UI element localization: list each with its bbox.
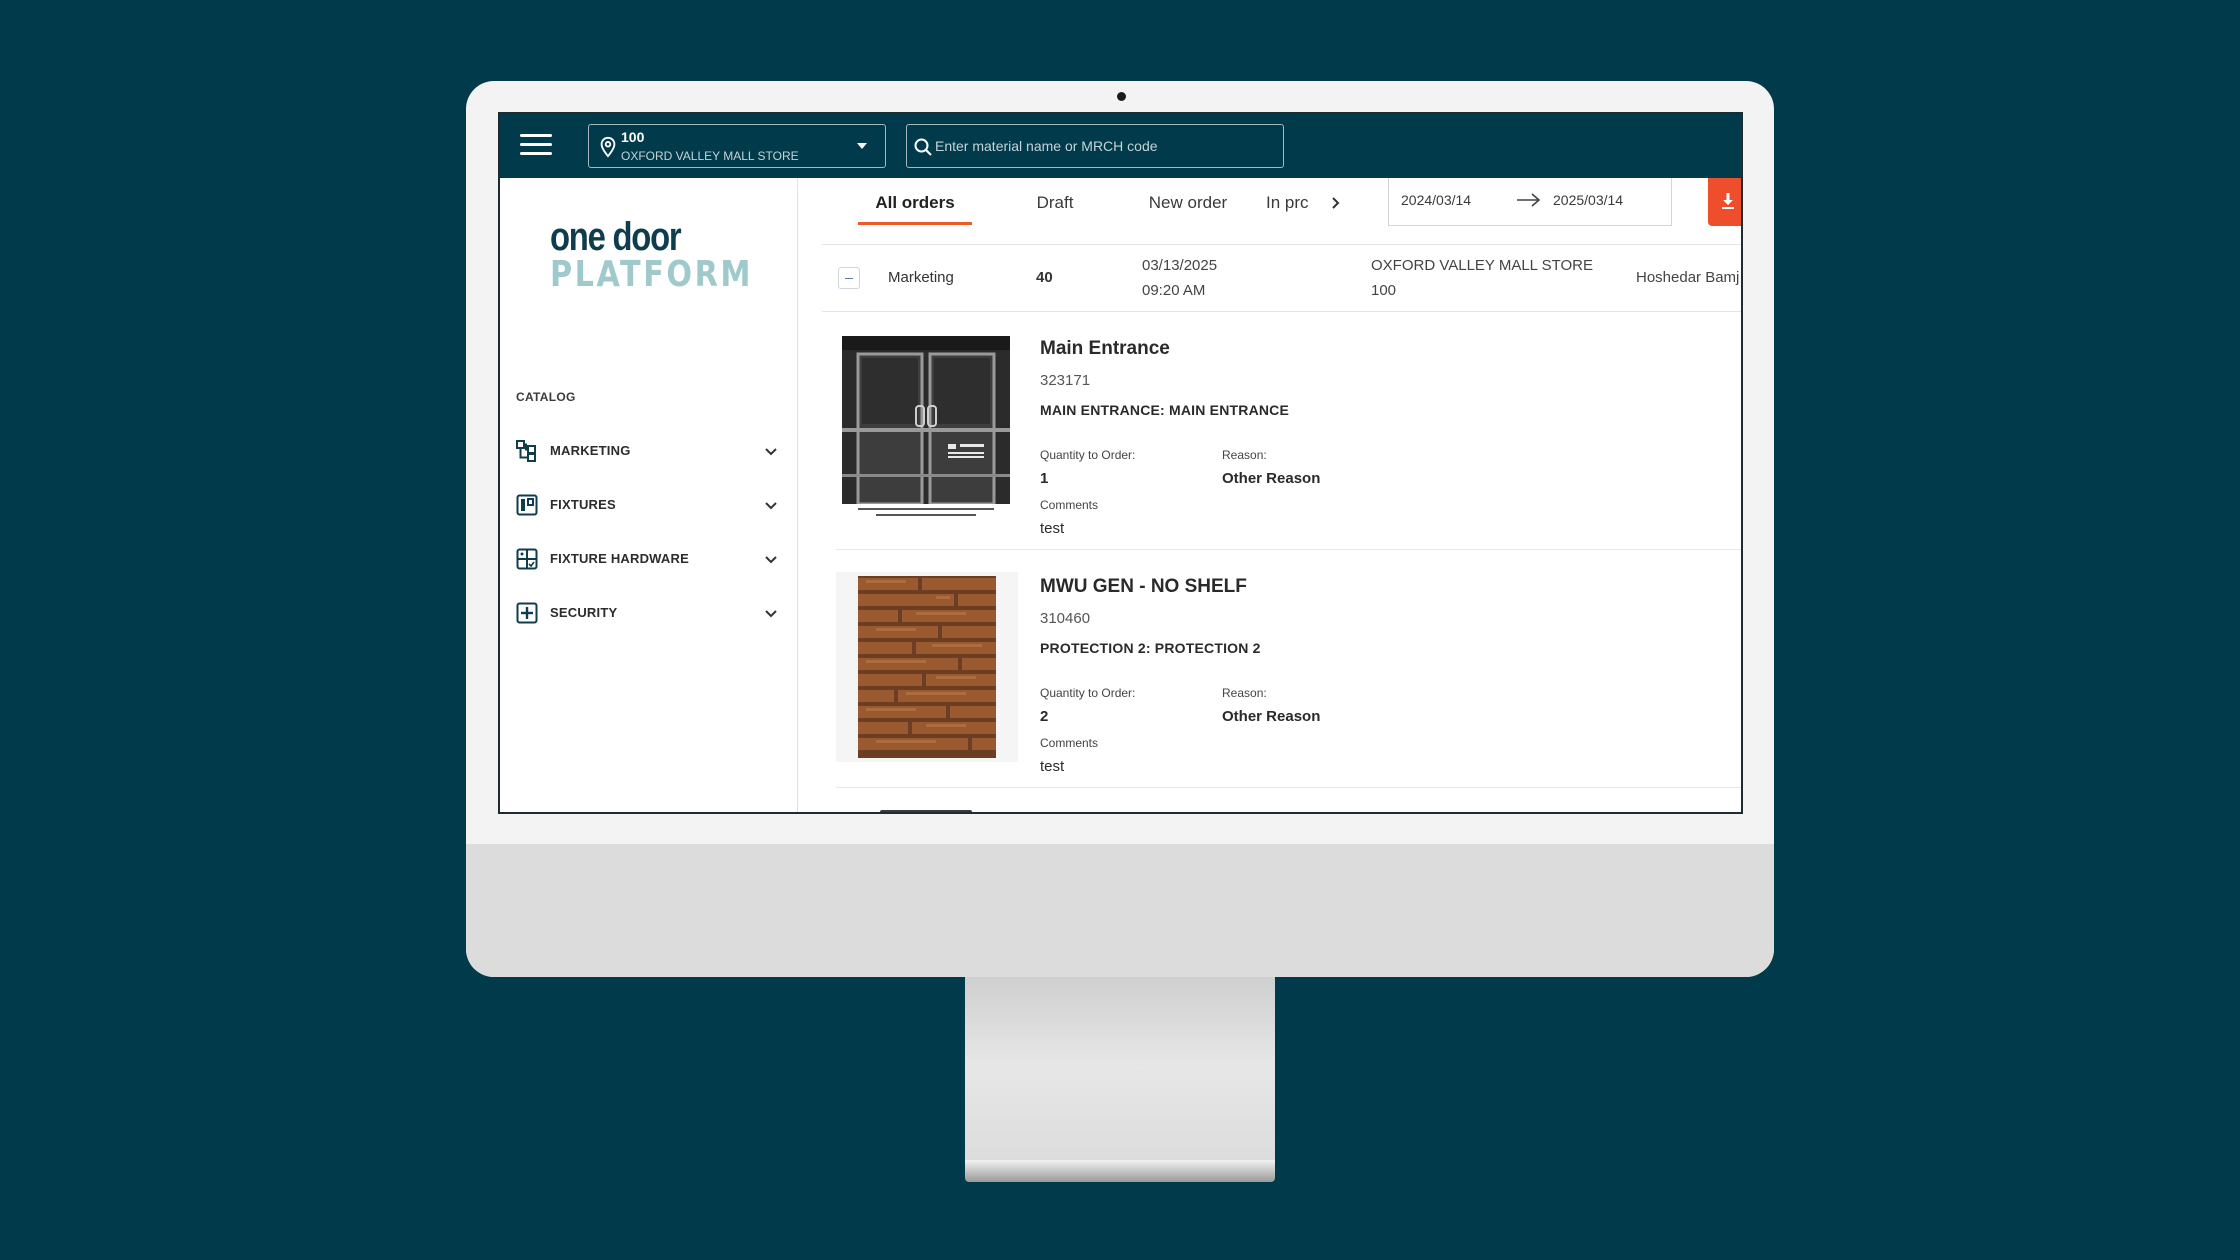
quantity-value: 2 — [1040, 708, 1049, 725]
order-item: MWU GEN - NO SHELF 310460 PROTECTION 2: … — [836, 550, 1741, 788]
security-icon — [516, 602, 538, 624]
search-box — [906, 124, 1284, 168]
date-to[interactable]: 2025/03/14 — [1553, 192, 1623, 208]
date-range-picker[interactable]: 2024/03/14 2025/03/14 — [1388, 178, 1672, 226]
logo-line-1: one door — [550, 215, 682, 259]
monitor-chin — [466, 844, 1774, 977]
chevron-down-icon[interactable] — [762, 550, 780, 568]
fixtures-icon — [516, 494, 538, 516]
sidebar-item-security[interactable]: SECURITY — [516, 598, 784, 628]
horizontal-scrollbar[interactable] — [880, 810, 972, 812]
location-pin-icon — [600, 136, 616, 158]
reason-label: Reason: — [1222, 686, 1267, 700]
active-tab-indicator — [858, 222, 972, 225]
tab-in-progress[interactable]: In prc — [1266, 192, 1316, 232]
comments-value: test — [1040, 758, 1065, 775]
sidebar-item-fixtures[interactable]: FIXTURES — [516, 490, 784, 520]
tab-all-orders[interactable]: All orders — [858, 192, 972, 232]
order-store-number: 100 — [1371, 282, 1397, 299]
tab-new-order[interactable]: New order — [1138, 192, 1238, 232]
sidebar-item-label: MARKETING — [550, 443, 631, 458]
order-category: Marketing — [888, 269, 954, 286]
download-button[interactable] — [1708, 178, 1741, 226]
store-number: 100 — [621, 129, 645, 145]
comments-label: Comments — [1040, 498, 1099, 512]
quantity-label: Quantity to Order: — [1040, 686, 1136, 700]
marketing-icon — [516, 440, 536, 462]
sidebar: one door PLATFORM CATALOG MARKETING FIXT… — [500, 178, 798, 812]
item-description: MAIN ENTRANCE: MAIN ENTRANCE — [1040, 402, 1290, 418]
reason-label: Reason: — [1222, 448, 1267, 462]
caret-down-icon — [857, 143, 867, 149]
reason-value: Other Reason — [1222, 470, 1321, 487]
sidebar-item-fixture-hardware[interactable]: FIXTURE HARDWARE — [516, 544, 784, 574]
date-from[interactable]: 2024/03/14 — [1401, 192, 1471, 208]
download-icon — [1722, 193, 1734, 209]
order-user: Hoshedar Bamj — [1636, 269, 1740, 286]
order-quantity: 40 — [1036, 269, 1053, 286]
top-bar: 100 OXFORD VALLEY MALL STORE — [500, 114, 1741, 178]
collapse-button[interactable] — [838, 267, 860, 289]
sidebar-item-label: FIXTURES — [550, 497, 616, 512]
monitor-stand — [965, 977, 1275, 1177]
order-time: 09:20 AM — [1142, 282, 1206, 299]
item-code: 310460 — [1040, 610, 1091, 627]
reason-value: Other Reason — [1222, 708, 1321, 725]
app-screen: 100 OXFORD VALLEY MALL STORE one door PL… — [498, 112, 1743, 814]
chevron-down-icon[interactable] — [762, 496, 780, 514]
item-title: MWU GEN - NO SHELF — [1040, 576, 1247, 597]
search-input[interactable] — [935, 133, 1275, 159]
store-selector[interactable]: 100 OXFORD VALLEY MALL STORE — [588, 124, 886, 168]
order-store-name: OXFORD VALLEY MALL STORE — [1371, 257, 1594, 274]
comments-label: Comments — [1040, 736, 1099, 750]
sidebar-item-marketing[interactable]: MARKETING — [516, 436, 784, 466]
logo-line-2: PLATFORM — [550, 254, 754, 295]
chevron-right-icon[interactable] — [1326, 194, 1344, 212]
sidebar-item-label: SECURITY — [550, 605, 618, 620]
order-summary-row[interactable]: Marketing 40 03/13/2025 09:20 AM OXFORD … — [822, 244, 1741, 312]
logo: one door PLATFORM — [550, 215, 792, 295]
arrow-right-icon — [1517, 193, 1541, 207]
camera-dot — [1117, 92, 1126, 101]
store-name: OXFORD VALLEY MALL STORE — [621, 149, 799, 163]
menu-icon[interactable] — [520, 134, 552, 158]
fixture-hardware-icon — [516, 548, 538, 570]
chevron-down-icon[interactable] — [762, 442, 780, 460]
quantity-label: Quantity to Order: — [1040, 448, 1136, 462]
item-description: PROTECTION 2: PROTECTION 2 — [1040, 640, 1261, 656]
order-date: 03/13/2025 — [1142, 257, 1218, 274]
product-image-main-entrance — [836, 334, 1018, 524]
item-code: 323171 — [1040, 372, 1091, 389]
search-icon — [914, 138, 932, 156]
monitor-stand-foot — [965, 1160, 1275, 1182]
order-item: Main Entrance 323171 MAIN ENTRANCE: MAIN… — [836, 312, 1741, 550]
order-tabs: All orders Draft New order In prc — [798, 178, 1358, 244]
quantity-value: 1 — [1040, 470, 1049, 487]
comments-value: test — [1040, 520, 1065, 537]
tab-draft[interactable]: Draft — [1020, 192, 1090, 232]
product-image-mwu-gen — [836, 572, 1018, 762]
chevron-down-icon[interactable] — [762, 604, 780, 622]
item-title: Main Entrance — [1040, 338, 1170, 359]
main-content: All orders Draft New order In prc 2024/0… — [798, 178, 1741, 812]
sidebar-item-label: FIXTURE HARDWARE — [550, 551, 689, 566]
catalog-heading: CATALOG — [516, 390, 576, 404]
